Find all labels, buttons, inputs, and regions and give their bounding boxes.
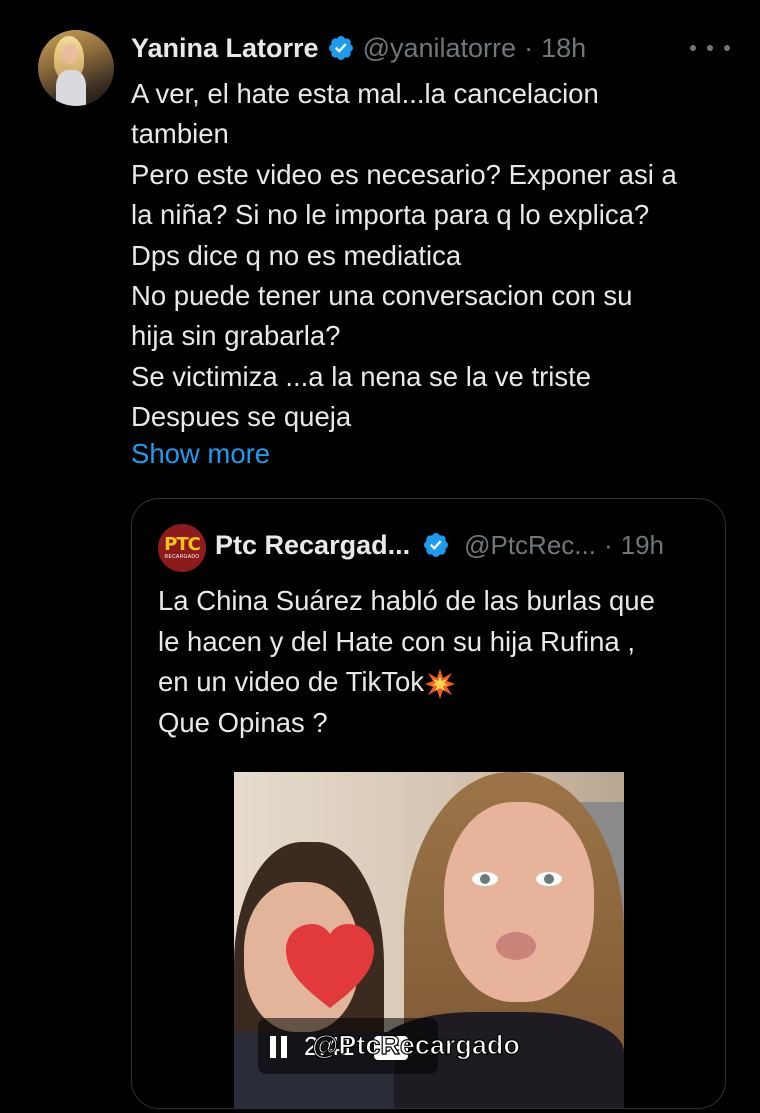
show-more-link[interactable]: Show more <box>131 434 270 474</box>
author-name[interactable]: Yanina Latorre <box>131 33 319 64</box>
tweet-header: Yanina Latorre @yanilatorre · 18h <box>131 30 586 66</box>
quoted-tweet[interactable]: PTC RECARGADO Ptc Recargad... @PtcRec...… <box>131 498 726 1109</box>
author-handle[interactable]: @yanilatorre <box>363 33 516 64</box>
video-watermark: @PtcRecargado <box>311 1029 520 1060</box>
tweet-line: A ver, el hate esta mal...la cancelacion <box>131 78 599 109</box>
tweet-line: No puede tener una conversacion con su <box>131 280 633 312</box>
tweet-line: Despues se queja <box>131 401 352 433</box>
tweet-line: hija sin grabarla? <box>131 320 341 352</box>
dot <box>690 45 696 51</box>
quote-header: Ptc Recargad... @PtcRec... · 19h <box>215 527 664 563</box>
quote-line-text: en un video de TikTok <box>158 666 425 697</box>
tweet-line: Se victimiza ...a la nena se la ve trist… <box>131 360 592 392</box>
quote-line: La China Suárez habló de las burlas que <box>158 585 655 616</box>
pause-bar <box>270 1036 276 1058</box>
tweet-text: A ver, el hate esta mal...la cancelacion… <box>131 74 731 438</box>
author-avatar[interactable] <box>38 30 114 106</box>
meta-separator: · <box>524 32 534 63</box>
quote-line: Que Opinas ? <box>158 706 328 738</box>
tweet-time[interactable]: 18h <box>541 33 586 64</box>
quote-line: en un video de TikTok <box>158 662 718 703</box>
quote-author-handle[interactable]: @PtcRec... <box>464 530 596 561</box>
pause-bar <box>281 1036 287 1058</box>
video-lips <box>496 932 536 960</box>
video-player[interactable]: 2:41 CC @PtcRecargado <box>234 772 624 1108</box>
quote-time[interactable]: 19h <box>621 530 664 561</box>
avatar-face <box>62 44 78 64</box>
meta-separator: · <box>603 529 613 560</box>
pause-icon[interactable] <box>270 1036 292 1058</box>
verified-badge-icon <box>424 533 449 557</box>
tweet-line: tambien <box>131 118 229 150</box>
tweet-line: Pero este video es necesario? Exponer as… <box>131 158 677 190</box>
quote-author-name[interactable]: Ptc Recargad... <box>215 530 410 561</box>
ptc-logo: PTC <box>164 534 201 555</box>
dot <box>724 45 730 51</box>
video-eye <box>536 872 562 886</box>
ptc-logo-subtitle: RECARGADO <box>164 554 200 560</box>
collision-emoji-icon <box>425 668 456 699</box>
tweet-line: Dps dice q no es mediatica <box>131 239 462 271</box>
tweet-line: la niña? Si no le importa para q lo expl… <box>131 199 650 231</box>
video-eye <box>472 872 498 886</box>
quote-author-avatar[interactable]: PTC RECARGADO <box>158 524 206 572</box>
quote-text: La China Suárez habló de las burlas que … <box>158 581 718 743</box>
verified-badge-icon <box>328 36 353 60</box>
quote-line: le hacen y del Hate con su hija Rufina , <box>158 625 635 657</box>
heart-sticker-icon <box>286 924 374 1008</box>
more-options-icon[interactable] <box>690 36 730 60</box>
dot <box>707 45 713 51</box>
avatar-body <box>56 70 86 106</box>
video-woman-face <box>444 802 594 1002</box>
